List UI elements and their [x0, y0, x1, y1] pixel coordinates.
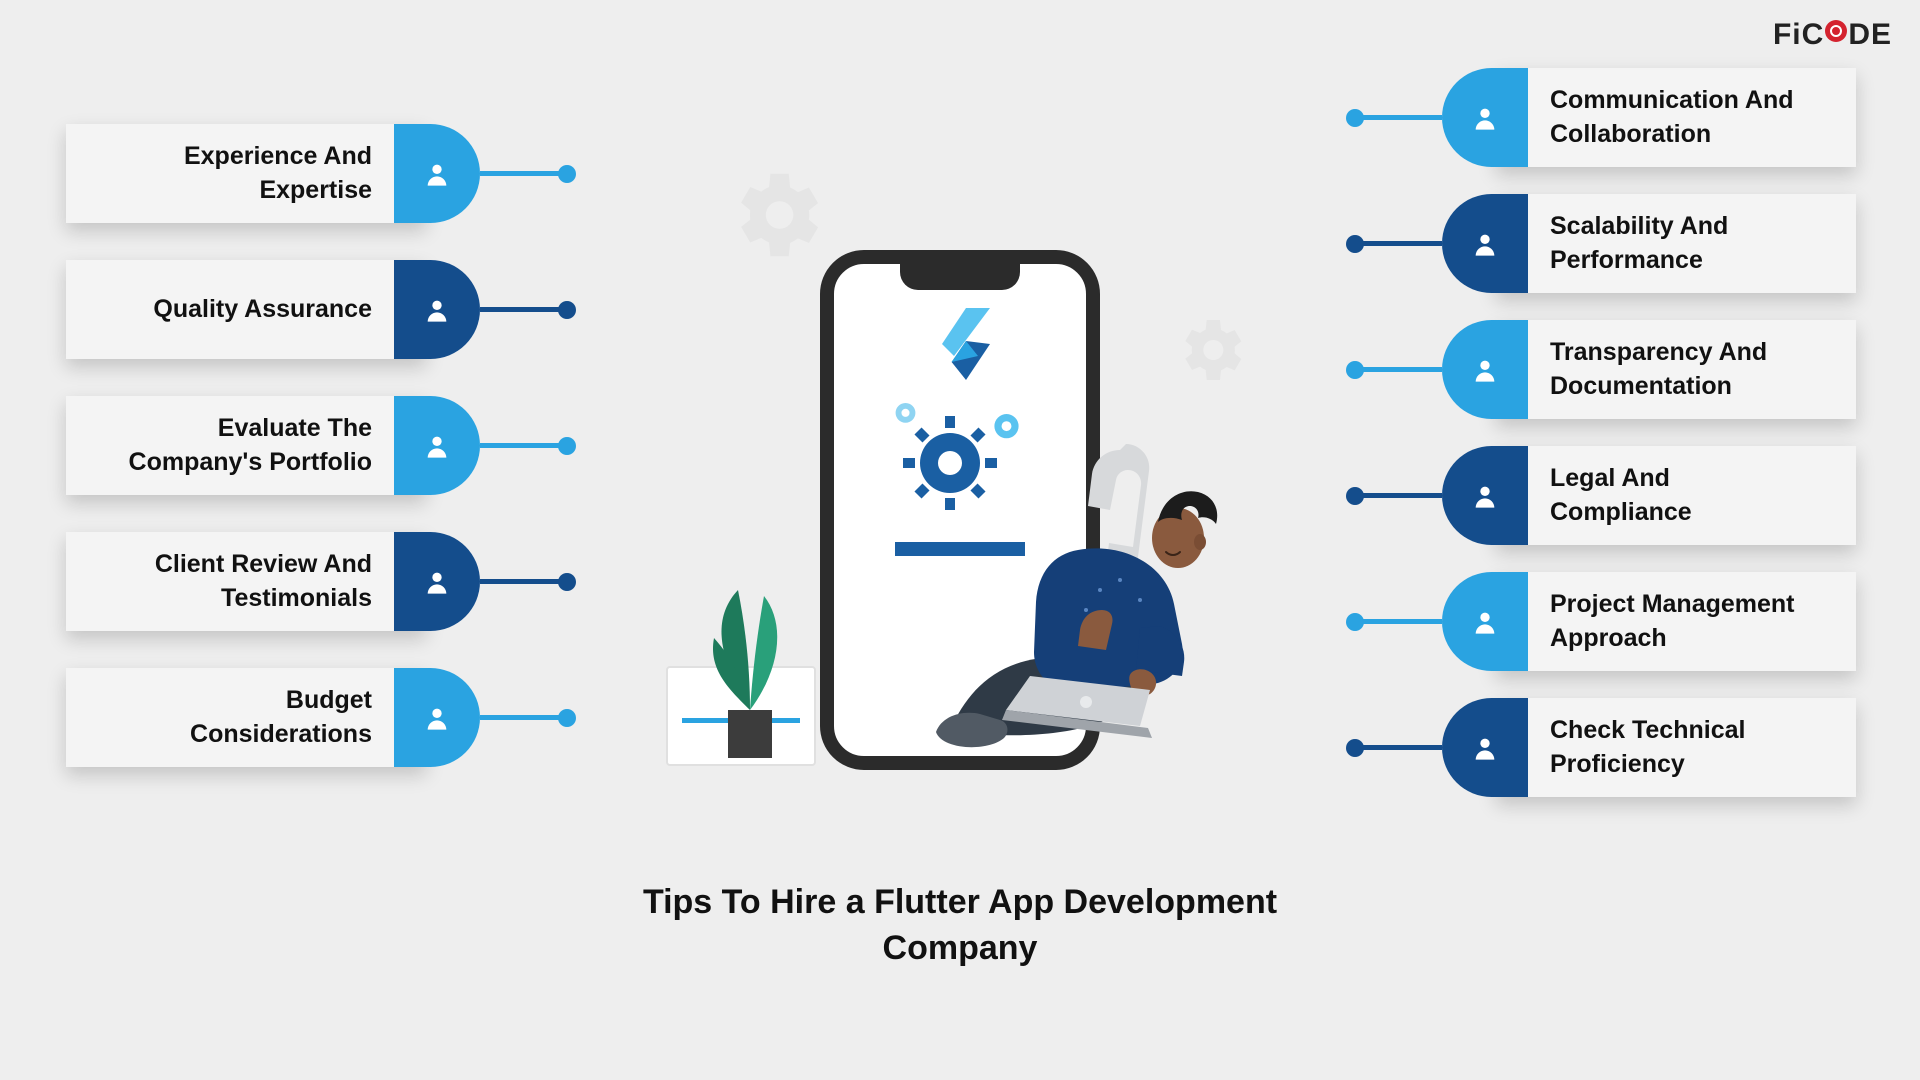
tip-connector-line	[480, 443, 562, 448]
tip-connector-line	[1360, 367, 1442, 372]
tip-connector-dot	[1346, 613, 1364, 631]
tip-label: Experience And Expertise	[112, 140, 372, 208]
tip-label: Transparency And Documentation	[1550, 336, 1810, 404]
tip-experience-expertise: Experience And Expertise	[66, 124, 636, 223]
tip-connector-line	[1360, 619, 1442, 624]
tip-label: Evaluate The Company's Portfolio	[112, 412, 372, 480]
plant-illustration	[690, 560, 800, 760]
person-icon	[423, 158, 451, 190]
brand-text-a: FiC	[1773, 18, 1824, 51]
tip-card: Experience And Expertise	[66, 124, 426, 223]
tip-label: Check Technical Proficiency	[1550, 714, 1810, 782]
tip-connector-dot	[558, 573, 576, 591]
brand-o-icon	[1825, 20, 1847, 42]
tip-connector-dot	[558, 165, 576, 183]
tip-connector-dot	[1346, 361, 1364, 379]
tip-card: Communication And Collaboration	[1496, 68, 1856, 167]
tip-card: Evaluate The Company's Portfolio	[66, 396, 426, 495]
person-icon	[423, 294, 451, 326]
tip-budget-considerations: Budget Considerations	[66, 668, 636, 767]
tip-card: Scalability And Performance	[1496, 194, 1856, 293]
person-icon	[1471, 102, 1499, 134]
tip-bubble	[1442, 68, 1528, 167]
tip-label: Budget Considerations	[112, 684, 372, 752]
person-icon	[423, 430, 451, 462]
tip-connector-dot	[1346, 487, 1364, 505]
person-icon	[423, 702, 451, 734]
tip-label: Communication And Collaboration	[1550, 84, 1810, 152]
tip-connector-dot	[1346, 235, 1364, 253]
person-icon	[1471, 354, 1499, 386]
tip-card: Legal And Compliance	[1496, 446, 1856, 545]
flutter-logo-icon	[930, 308, 990, 380]
tip-card: Project Management Approach	[1496, 572, 1856, 671]
tip-bubble	[394, 260, 480, 359]
tip-bubble	[1442, 698, 1528, 797]
tip-quality-assurance: Quality Assurance	[66, 260, 636, 359]
tip-card: Check Technical Proficiency	[1496, 698, 1856, 797]
tip-connector-line	[480, 715, 562, 720]
tip-connector-line	[480, 307, 562, 312]
tip-connector-line	[1360, 115, 1442, 120]
tip-bubble	[1442, 572, 1528, 671]
tip-project-management: Project Management Approach	[1286, 572, 1856, 671]
tip-connector-dot	[1346, 109, 1364, 127]
tip-bubble	[1442, 194, 1528, 293]
tip-bubble	[1442, 320, 1528, 419]
tip-communication-collaboration: Communication And Collaboration	[1286, 68, 1856, 167]
tip-label: Legal And Compliance	[1550, 462, 1810, 530]
tip-connector-line	[1360, 745, 1442, 750]
tip-connector-dot	[558, 709, 576, 727]
tip-connector-line	[480, 171, 562, 176]
tip-card: Budget Considerations	[66, 668, 426, 767]
tip-connector-dot	[558, 301, 576, 319]
person-icon	[1471, 480, 1499, 512]
tip-connector-line	[1360, 493, 1442, 498]
tips-left-column: Experience And Expertise Quality Assuran…	[66, 124, 636, 767]
tip-bubble	[394, 668, 480, 767]
tips-right-column: Communication And Collaboration Scalabil…	[1286, 68, 1856, 797]
tip-evaluate-portfolio: Evaluate The Company's Portfolio	[66, 396, 636, 495]
tip-bubble	[394, 396, 480, 495]
person-icon	[1471, 228, 1499, 260]
tip-label: Scalability And Performance	[1550, 210, 1810, 278]
tip-card: Transparency And Documentation	[1496, 320, 1856, 419]
tip-connector-line	[1360, 241, 1442, 246]
tip-bubble	[394, 124, 480, 223]
person-icon	[1471, 732, 1499, 764]
tip-bubble	[394, 532, 480, 631]
tip-client-review: Client Review And Testimonials	[66, 532, 636, 631]
tip-connector-line	[480, 579, 562, 584]
tip-connector-dot	[1346, 739, 1364, 757]
tip-card: Quality Assurance	[66, 260, 426, 359]
brand-text-b: DE	[1848, 18, 1892, 51]
tip-technical-proficiency: Check Technical Proficiency	[1286, 698, 1856, 797]
tip-label: Client Review And Testimonials	[112, 548, 372, 616]
tip-bubble	[1442, 446, 1528, 545]
center-illustration	[650, 250, 1270, 790]
tip-card: Client Review And Testimonials	[66, 532, 426, 631]
person-icon	[423, 566, 451, 598]
tip-label: Project Management Approach	[1550, 588, 1810, 656]
brand-logo: FiC DE	[1773, 18, 1892, 52]
main-title: Tips To Hire a Flutter App Development C…	[640, 880, 1280, 972]
tip-connector-dot	[558, 437, 576, 455]
tip-scalability-performance: Scalability And Performance	[1286, 194, 1856, 293]
person-icon	[1471, 606, 1499, 638]
tip-transparency-documentation: Transparency And Documentation	[1286, 320, 1856, 419]
tip-legal-compliance: Legal And Compliance	[1286, 446, 1856, 545]
tip-label: Quality Assurance	[153, 293, 372, 327]
developer-illustration	[910, 430, 1310, 770]
